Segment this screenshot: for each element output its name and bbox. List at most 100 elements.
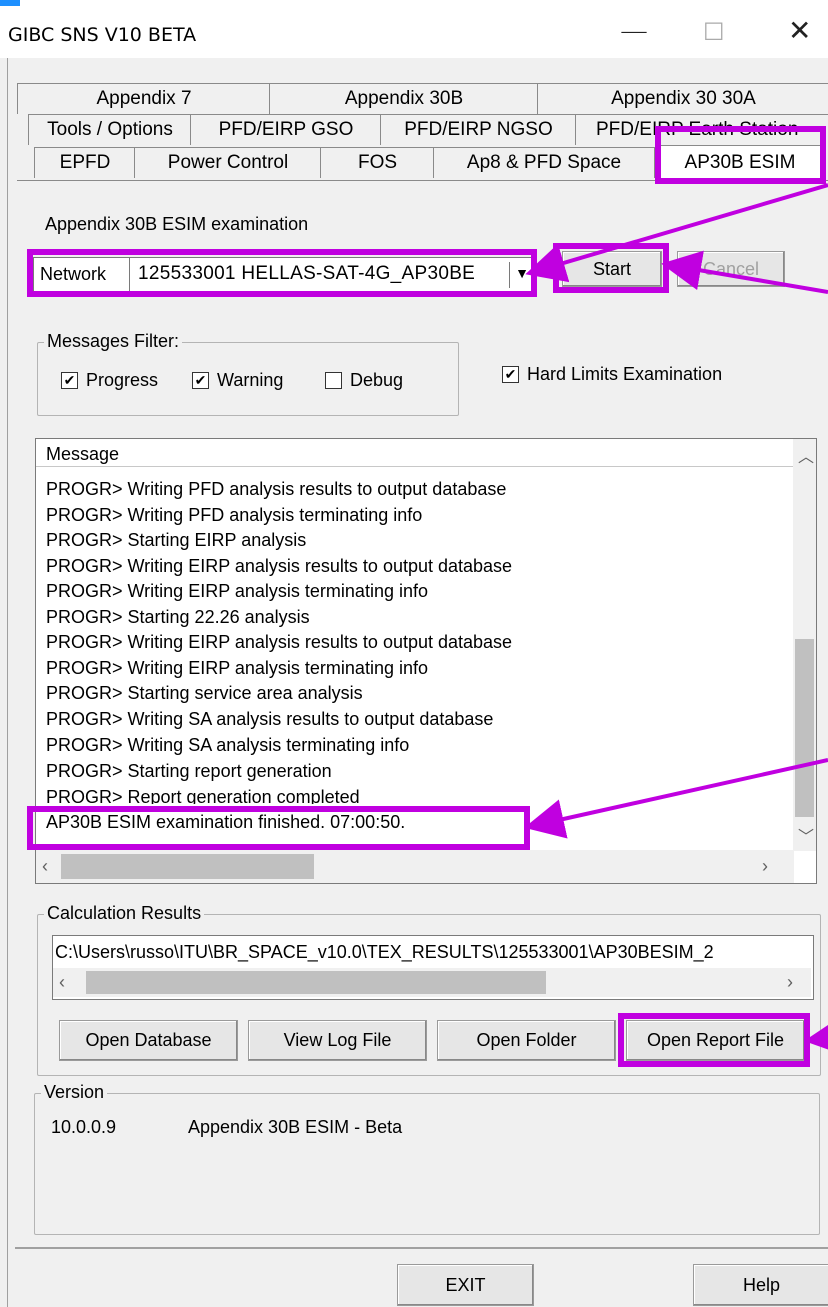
progress-label: Progress bbox=[86, 370, 159, 390]
open-folder-button[interactable]: Open Folder bbox=[437, 1020, 616, 1061]
list-item: PROGR> Writing EIRP analysis terminating… bbox=[46, 581, 428, 601]
start-button[interactable]: Start bbox=[562, 251, 662, 287]
list-item: PROGR> Writing PFD analysis results to o… bbox=[46, 479, 507, 499]
tab-epfd[interactable]: EPFD bbox=[34, 147, 136, 178]
accent-strip bbox=[0, 0, 20, 6]
list-item: PROGR> Writing SA analysis results to ou… bbox=[46, 709, 494, 729]
scroll-left-icon[interactable]: ‹ bbox=[59, 972, 65, 993]
vertical-scrollbar[interactable]: ︿ ﹀ bbox=[793, 439, 816, 851]
tab-label: PFD/EIRP GSO bbox=[218, 119, 354, 140]
message-list[interactable]: Message PROGR> Writing PFD analysis resu… bbox=[35, 438, 817, 884]
scroll-up-icon[interactable]: ︿ bbox=[798, 443, 814, 467]
footer-divider bbox=[15, 1247, 828, 1249]
debug-label: Debug bbox=[350, 370, 404, 390]
network-label: Network bbox=[40, 264, 107, 284]
chevron-down-icon[interactable]: ▼ bbox=[515, 265, 529, 281]
close-icon[interactable]: ✕ bbox=[788, 14, 811, 47]
version-legend: Version bbox=[41, 1082, 108, 1103]
exit-label: EXIT bbox=[445, 1274, 486, 1295]
list-item: PROGR> Writing EIRP analysis results to … bbox=[46, 632, 513, 652]
tab-label: FOS bbox=[357, 152, 398, 173]
version-description: Appendix 30B ESIM - Beta bbox=[188, 1117, 403, 1137]
tab-label: Power Control bbox=[167, 152, 289, 173]
open-database-label: Open Database bbox=[85, 1030, 212, 1050]
progress-checkbox[interactable]: ✔ Progress bbox=[61, 370, 158, 391]
list-item: PROGR> Writing EIRP analysis terminating… bbox=[46, 658, 428, 678]
list-item: PROGR> Starting 22.26 analysis bbox=[46, 607, 310, 627]
tab-pfd-eirp-gso[interactable]: PFD/EIRP GSO bbox=[190, 114, 382, 145]
section-heading: Appendix 30B ESIM examination bbox=[45, 214, 309, 234]
list-item: PROGR> Writing PFD analysis terminating … bbox=[46, 505, 423, 525]
scroll-thumb[interactable] bbox=[86, 971, 546, 994]
tab-label: PFD/EIRP NGSO bbox=[404, 119, 553, 140]
exit-button[interactable]: EXIT bbox=[397, 1264, 534, 1306]
open-database-button[interactable]: Open Database bbox=[59, 1020, 238, 1061]
network-value: 125533001 HELLAS-SAT-4G_AP30BE bbox=[138, 263, 476, 284]
message-column-header[interactable]: Message bbox=[36, 439, 794, 467]
horizontal-scrollbar[interactable]: ‹ › bbox=[36, 850, 794, 883]
cancel-label: Cancel bbox=[702, 258, 760, 279]
filter-legend: Messages Filter: bbox=[44, 331, 183, 352]
results-path-field[interactable]: C:\Users\russo\ITU\BR_SPACE_v10.0\TEX_RE… bbox=[52, 935, 814, 1000]
tab-appendix-30-30a[interactable]: Appendix 30 30A bbox=[537, 83, 828, 114]
tab-label: AP30B ESIM bbox=[684, 152, 796, 173]
list-item: PROGR> Writing EIRP analysis results to … bbox=[46, 556, 513, 576]
view-log-file-button[interactable]: View Log File bbox=[248, 1020, 427, 1061]
scroll-right-icon[interactable]: › bbox=[762, 856, 768, 877]
results-legend: Calculation Results bbox=[44, 903, 205, 924]
scroll-down-icon[interactable]: ﹀ bbox=[798, 823, 814, 847]
tab-appendix-7[interactable]: Appendix 7 bbox=[17, 83, 271, 114]
tab-pfd-eirp-ngso[interactable]: PFD/EIRP NGSO bbox=[380, 114, 577, 145]
tab-ap8-pfd-space[interactable]: Ap8 & PFD Space bbox=[433, 147, 655, 178]
tab-label: Tools / Options bbox=[47, 119, 173, 140]
list-item: PROGR> Starting EIRP analysis bbox=[46, 530, 307, 550]
tab-ap30b-esim[interactable]: AP30B ESIM bbox=[659, 145, 821, 180]
network-selector[interactable]: Network 125533001 HELLAS-SAT-4G_AP30BE ▼ bbox=[33, 257, 533, 295]
hard-limits-checkbox[interactable]: ✔ Hard Limits Examination bbox=[502, 364, 722, 385]
check-icon: ✔ bbox=[502, 366, 519, 383]
scroll-right-icon[interactable]: › bbox=[787, 972, 793, 993]
tab-tools-options[interactable]: Tools / Options bbox=[28, 114, 192, 145]
view-log-label: View Log File bbox=[283, 1030, 392, 1050]
tab-appendix-30b[interactable]: Appendix 30B bbox=[269, 83, 539, 114]
check-icon: ✔ bbox=[61, 372, 78, 389]
empty-box-icon bbox=[325, 372, 342, 389]
warning-label: Warning bbox=[217, 370, 284, 390]
list-item: PROGR> Report generation completed bbox=[46, 787, 360, 804]
results-path: C:\Users\russo\ITU\BR_SPACE_v10.0\TEX_RE… bbox=[55, 942, 714, 962]
version-group: Version bbox=[34, 1082, 820, 1235]
tab-power-control[interactable]: Power Control bbox=[134, 147, 322, 178]
open-report-label: Open Report File bbox=[646, 1030, 785, 1050]
scroll-left-icon[interactable]: ‹ bbox=[42, 856, 48, 877]
divider bbox=[129, 258, 130, 292]
tab-label: Ap8 & PFD Space bbox=[466, 152, 622, 173]
hard-limits-label: Hard Limits Examination bbox=[527, 364, 723, 384]
help-button[interactable]: Help bbox=[693, 1264, 828, 1306]
tab-fos[interactable]: FOS bbox=[320, 147, 435, 178]
tab-label: Appendix 30B bbox=[344, 88, 464, 109]
maximize-icon[interactable]: ☐ bbox=[703, 18, 725, 46]
version-number: 10.0.0.9 bbox=[51, 1117, 117, 1137]
list-item: PROGR> Starting report generation bbox=[46, 761, 332, 781]
open-folder-label: Open Folder bbox=[476, 1030, 577, 1050]
scroll-thumb[interactable] bbox=[61, 854, 314, 879]
horizontal-scrollbar[interactable]: ‹ › bbox=[53, 968, 811, 997]
title-bar: GIBC SNS V10 BETA — ☐ ✕ bbox=[0, 0, 828, 58]
check-icon: ✔ bbox=[192, 372, 209, 389]
tab-label: Appendix 30 30A bbox=[611, 88, 756, 109]
list-item: PROGR> Starting service area analysis bbox=[46, 683, 363, 703]
start-label: Start bbox=[592, 258, 631, 279]
tab-pfd-eirp-earth-station[interactable]: PFD/EIRP Earth Station bbox=[575, 114, 828, 145]
tab-label: EPFD bbox=[59, 152, 111, 173]
minimize-icon[interactable]: — bbox=[620, 14, 648, 47]
open-report-file-button[interactable]: Open Report File bbox=[626, 1020, 805, 1061]
debug-checkbox[interactable]: Debug bbox=[325, 370, 403, 391]
tab-label: PFD/EIRP Earth Station bbox=[596, 119, 799, 140]
help-label: Help bbox=[742, 1274, 781, 1295]
list-item-finished: AP30B ESIM examination finished. 07:00:5… bbox=[46, 812, 406, 832]
cancel-button[interactable]: Cancel bbox=[677, 251, 785, 287]
scroll-thumb[interactable] bbox=[795, 639, 814, 817]
window-title: GIBC SNS V10 BETA bbox=[8, 24, 197, 46]
divider bbox=[509, 262, 510, 288]
warning-checkbox[interactable]: ✔ Warning bbox=[192, 370, 283, 391]
